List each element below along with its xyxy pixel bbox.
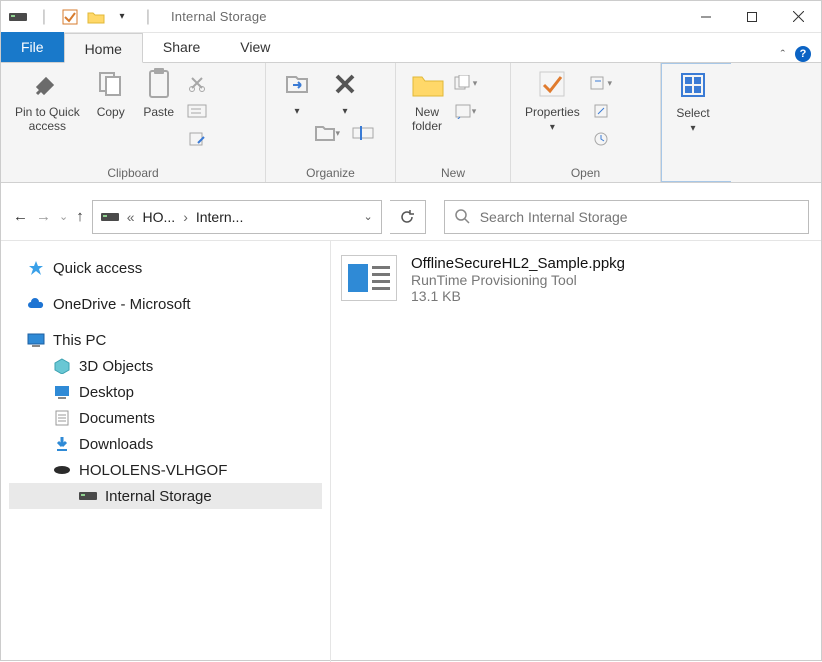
pin-icon	[30, 67, 64, 101]
back-button[interactable]: ←	[13, 208, 28, 225]
ribbon-group-organize: ▾ ▾ ▾ Organize	[266, 63, 396, 182]
copy-path-icon[interactable]	[184, 99, 210, 123]
tree-downloads[interactable]: Downloads	[9, 431, 322, 457]
properties-icon	[535, 67, 569, 101]
close-button[interactable]	[775, 1, 821, 33]
pin-to-quick-access-button[interactable]: Pin to Quick access	[9, 67, 86, 133]
tree-internal-storage[interactable]: Internal Storage	[9, 483, 322, 509]
search-input[interactable]	[480, 209, 798, 225]
drive-icon	[7, 6, 29, 28]
copy-button[interactable]: Copy	[88, 67, 134, 119]
delete-icon	[328, 67, 362, 101]
tree-3d-objects[interactable]: 3D Objects	[9, 353, 322, 379]
rename-icon[interactable]	[350, 121, 376, 145]
qat-separator: |	[33, 6, 55, 28]
navigation-bar: ← → ⌄ ↑ « HO... › Intern... ⌄	[1, 193, 821, 241]
navigation-pane: Quick access OneDrive - Microsoft This P…	[1, 241, 331, 662]
qat-separator-2: |	[137, 6, 159, 28]
maximize-button[interactable]	[729, 1, 775, 33]
history-icon[interactable]	[588, 127, 614, 151]
ribbon-group-open: Properties▾ ▾ Open	[511, 63, 661, 182]
new-item-icon[interactable]: ▾	[452, 71, 478, 95]
up-button[interactable]: ↑	[76, 208, 84, 225]
collapse-ribbon-icon[interactable]: ˆ	[781, 47, 785, 62]
ribbon-home: Pin to Quick access Copy Paste Clipboard	[1, 63, 821, 183]
window-title: Internal Storage	[165, 9, 267, 24]
breadcrumb-separator: ›	[183, 209, 188, 225]
select-button[interactable]: Select▾	[670, 68, 716, 136]
tab-file[interactable]: File	[1, 32, 64, 62]
ribbon-group-clipboard: Pin to Quick access Copy Paste Clipboard	[1, 63, 266, 182]
search-icon	[455, 209, 470, 224]
breadcrumb-prefix: «	[127, 209, 135, 225]
edit-icon[interactable]	[588, 99, 614, 123]
file-list: OfflineSecureHL2_Sample.ppkg RunTime Pro…	[331, 241, 821, 662]
folder-qat-icon[interactable]	[85, 6, 107, 28]
easy-access-icon[interactable]: ▾	[452, 99, 478, 123]
copy-to-icon[interactable]: ▾	[314, 121, 340, 145]
ribbon-group-label-new: New	[404, 164, 502, 180]
internal-storage-icon	[79, 487, 97, 505]
paste-button[interactable]: Paste	[136, 67, 182, 119]
recent-locations-button[interactable]: ⌄	[59, 210, 68, 223]
minimize-button[interactable]	[683, 1, 729, 33]
file-item[interactable]: OfflineSecureHL2_Sample.ppkg RunTime Pro…	[341, 255, 811, 304]
tab-home[interactable]: Home	[64, 33, 143, 63]
tab-share[interactable]: Share	[143, 32, 220, 62]
tree-this-pc[interactable]: This PC	[9, 327, 322, 353]
copy-icon	[94, 67, 128, 101]
search-box[interactable]	[444, 200, 809, 234]
properties-check-icon[interactable]	[59, 6, 81, 28]
objects-3d-icon	[53, 357, 71, 375]
address-dropdown-icon[interactable]: ⌄	[364, 210, 373, 223]
move-to-button[interactable]: ▾	[274, 67, 320, 119]
downloads-icon	[53, 435, 71, 453]
address-bar[interactable]: « HO... › Intern... ⌄	[92, 200, 382, 234]
ribbon-group-label-open: Open	[519, 164, 652, 180]
qat-customize-icon[interactable]: ▾	[111, 6, 133, 28]
paste-shortcut-icon[interactable]	[184, 127, 210, 151]
hololens-icon	[53, 461, 71, 479]
address-drive-icon	[101, 211, 119, 223]
delete-button[interactable]: ▾	[322, 67, 368, 119]
quick-access-icon	[27, 259, 45, 277]
ribbon-group-new: New folder ▾ ▾ New	[396, 63, 511, 182]
quick-access-toolbar: | ▾ |	[1, 6, 165, 28]
onedrive-icon	[27, 295, 45, 313]
ribbon-group-label-clipboard: Clipboard	[9, 164, 257, 180]
new-folder-icon	[410, 67, 444, 101]
refresh-button[interactable]	[390, 200, 426, 234]
tree-hololens[interactable]: HOLOLENS-VLHGOF	[9, 457, 322, 483]
tree-quick-access[interactable]: Quick access	[9, 255, 322, 281]
new-folder-button[interactable]: New folder	[404, 67, 450, 133]
breadcrumb-root[interactable]: HO...	[143, 209, 176, 225]
move-to-icon	[280, 67, 314, 101]
breadcrumb-current[interactable]: Intern...	[196, 209, 243, 225]
select-icon	[676, 68, 710, 102]
forward-button[interactable]: →	[36, 208, 51, 225]
file-name: OfflineSecureHL2_Sample.ppkg	[411, 255, 625, 272]
desktop-icon	[53, 383, 71, 401]
ribbon-tabs: File Home Share View ˆ ?	[1, 33, 821, 63]
titlebar: | ▾ | Internal Storage	[1, 1, 821, 33]
explorer-body: Quick access OneDrive - Microsoft This P…	[1, 241, 821, 662]
tree-documents[interactable]: Documents	[9, 405, 322, 431]
help-icon[interactable]: ?	[795, 46, 811, 62]
this-pc-icon	[27, 331, 45, 349]
ribbon-group-label-organize: Organize	[274, 164, 387, 180]
file-thumbnail-icon	[341, 255, 397, 301]
open-icon[interactable]: ▾	[588, 71, 614, 95]
tree-desktop[interactable]: Desktop	[9, 379, 322, 405]
cut-icon[interactable]	[184, 71, 210, 95]
documents-icon	[53, 409, 71, 427]
properties-button[interactable]: Properties▾	[519, 67, 586, 135]
paste-icon	[142, 67, 176, 101]
ribbon-group-select: Select▾	[661, 63, 731, 182]
tree-onedrive[interactable]: OneDrive - Microsoft	[9, 291, 322, 317]
tab-view[interactable]: View	[220, 32, 290, 62]
file-size: 13.1 KB	[411, 288, 625, 304]
file-type: RunTime Provisioning Tool	[411, 272, 625, 288]
